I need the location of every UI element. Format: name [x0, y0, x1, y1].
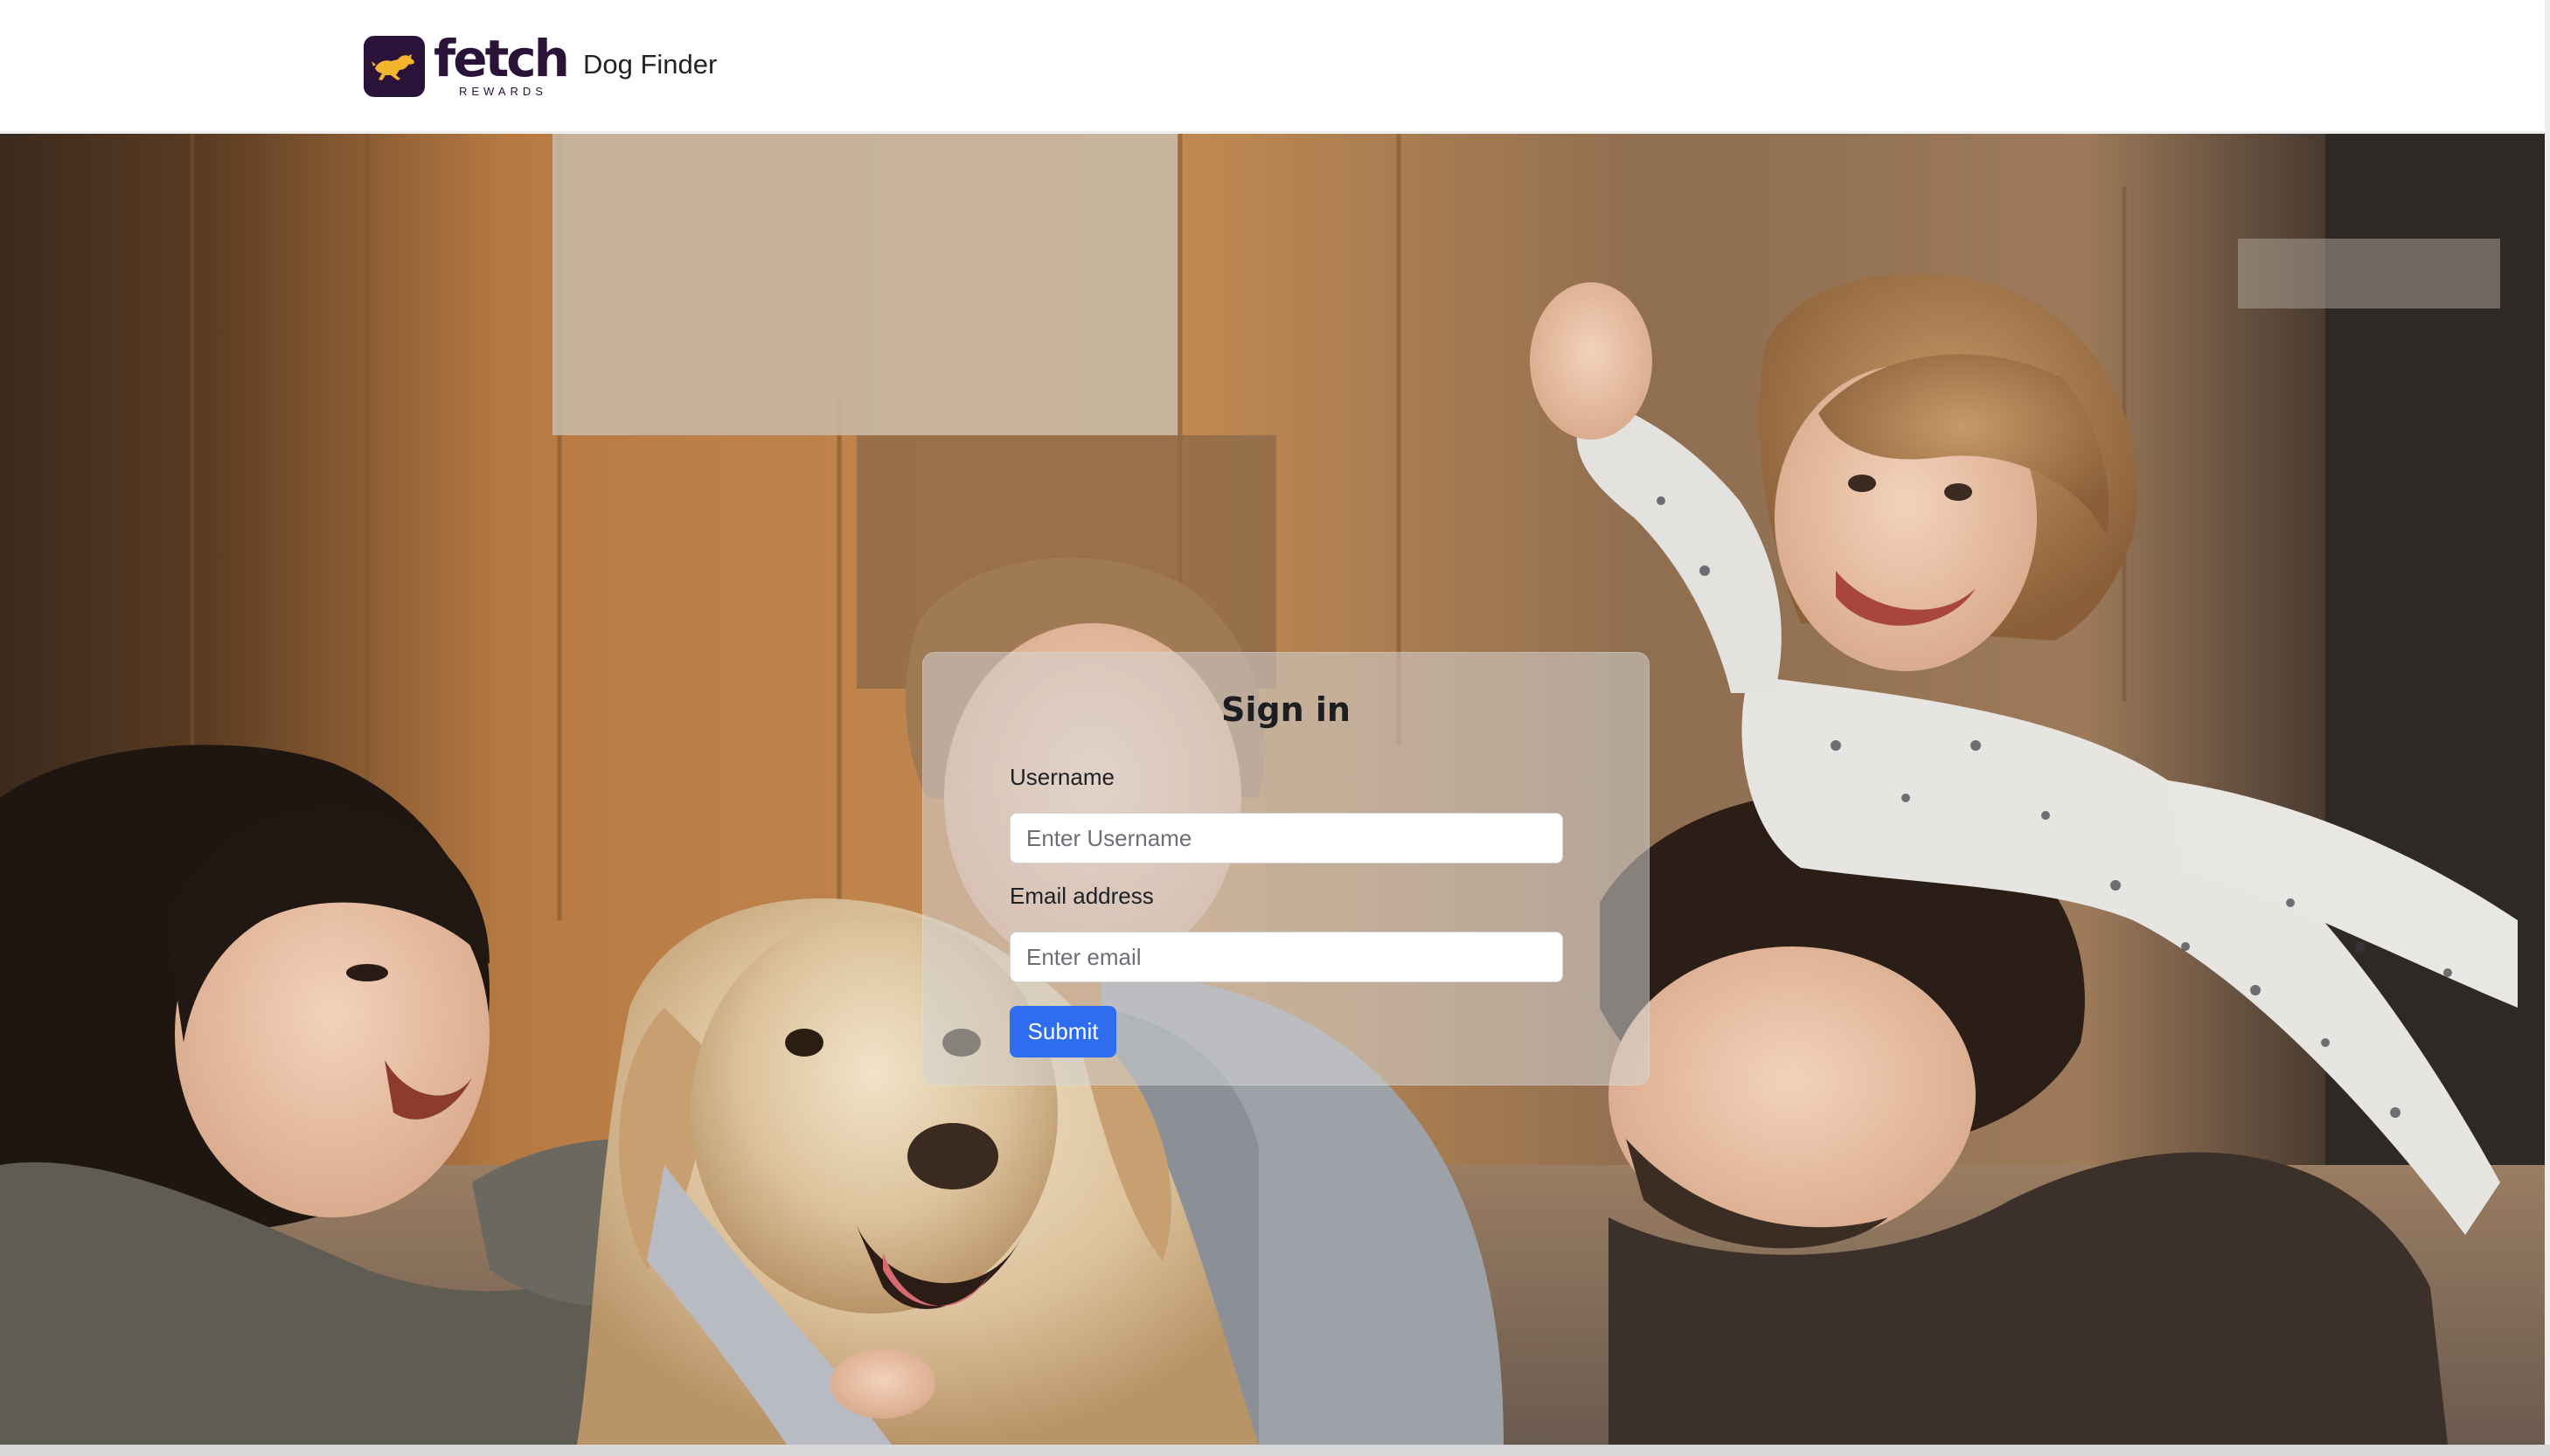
- window-edge: [2545, 0, 2550, 1456]
- logo-wordmark: fetch REWARDS: [434, 33, 570, 97]
- navbar: fetch REWARDS Dog Finder: [0, 0, 2545, 133]
- email-label: Email address: [1010, 883, 1154, 909]
- horizontal-scrollbar[interactable]: [0, 1445, 2550, 1456]
- signin-title: Sign in: [1221, 690, 1351, 729]
- logo-mark: [364, 36, 425, 97]
- logo-word: fetch: [434, 28, 570, 88]
- email-input[interactable]: [1010, 932, 1563, 982]
- app-name: Dog Finder: [582, 49, 718, 80]
- running-dog-icon: [372, 54, 414, 80]
- username-label: Username: [1010, 764, 1115, 790]
- submit-button[interactable]: Submit: [1010, 1006, 1116, 1057]
- brand-link[interactable]: fetch REWARDS Dog Finder: [364, 33, 718, 98]
- username-input[interactable]: [1010, 813, 1563, 863]
- signin-form: Sign in Username Email address Submit: [922, 652, 1650, 1085]
